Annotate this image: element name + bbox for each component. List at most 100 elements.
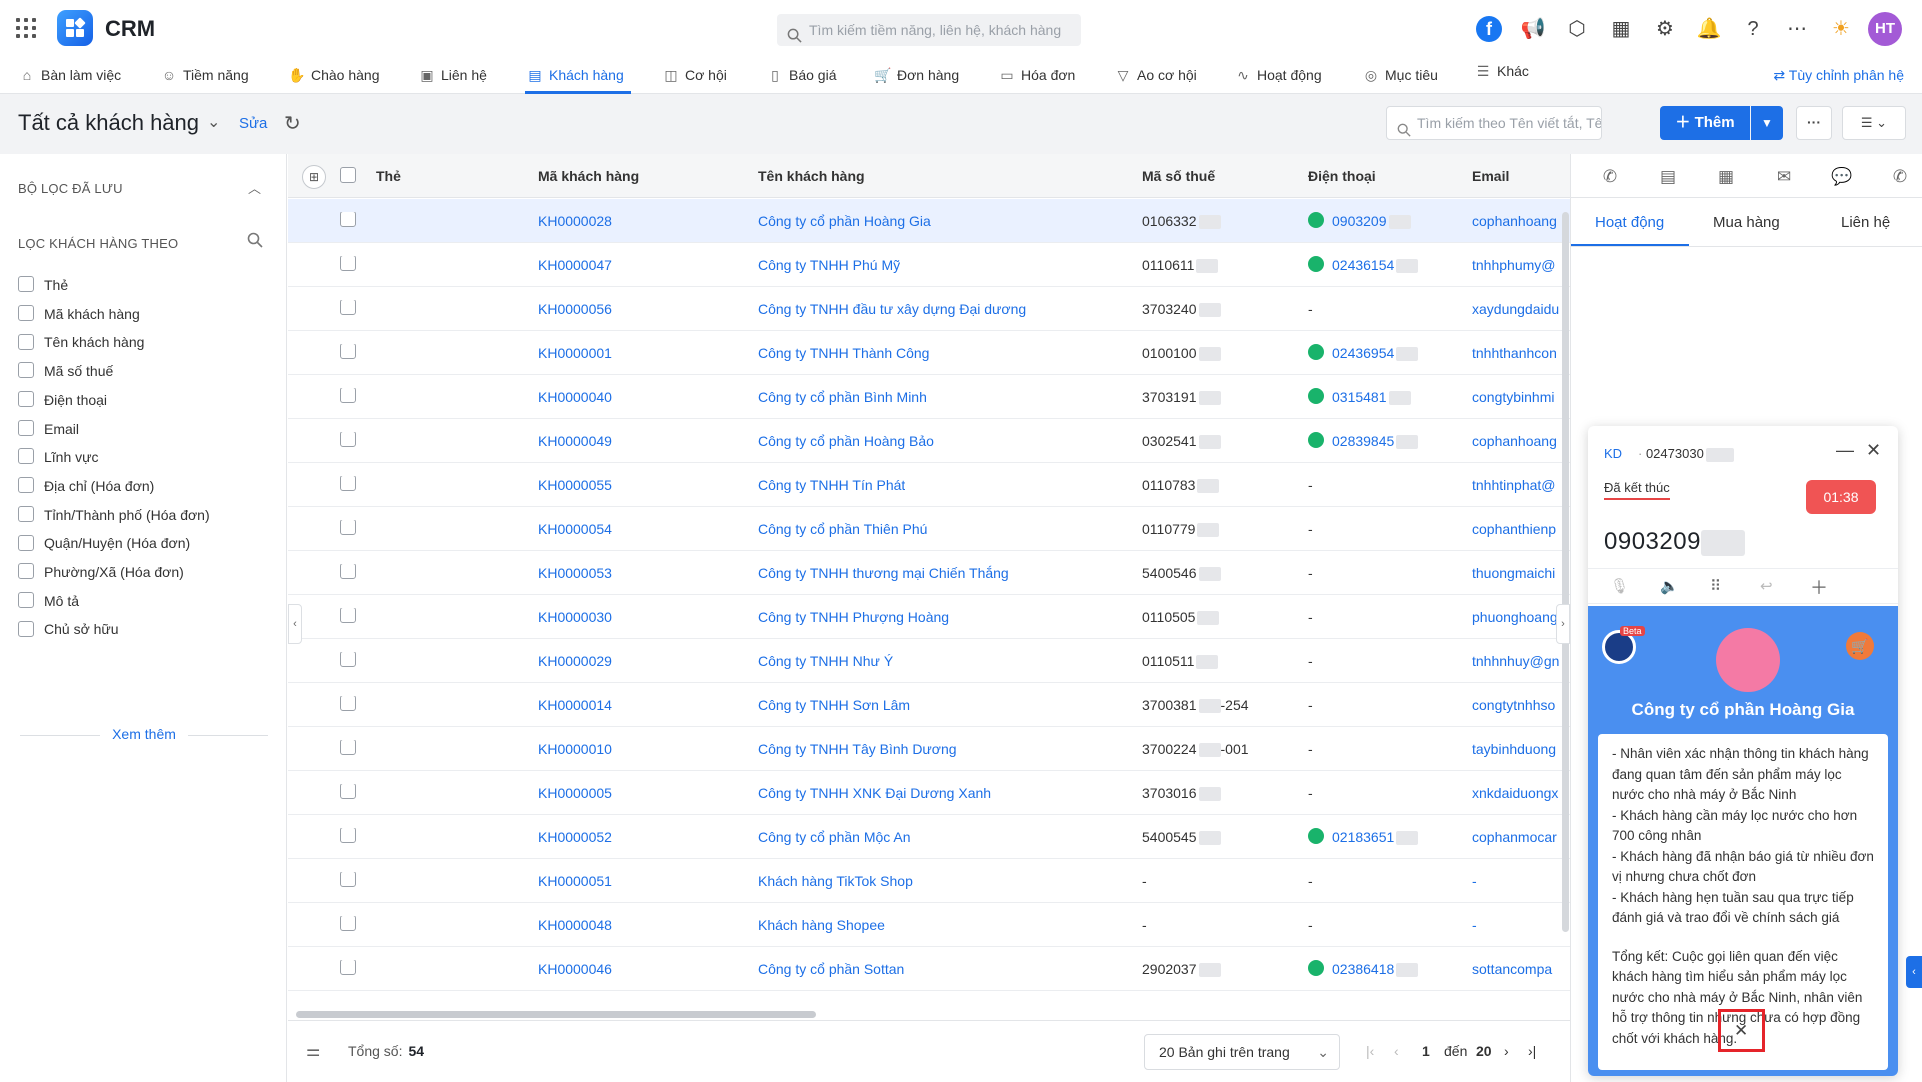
col-code[interactable]: Mã khách hàng [538,154,639,198]
row-checkbox[interactable] [340,388,366,405]
tab-activities[interactable]: Hoạt động [1595,214,1664,231]
email-cell[interactable]: congtytnhhso [1472,683,1570,727]
col-phone[interactable]: Điện thoại [1308,154,1376,198]
email-cell[interactable]: tnhhphumy@ [1472,243,1570,287]
vertical-scrollbar[interactable] [1562,212,1569,932]
row-checkbox[interactable] [340,212,366,229]
chevron-up-icon[interactable]: ︿ [248,178,261,197]
nav-item-pipeline[interactable]: ▽ Ao cơ hội [1114,60,1197,90]
email-cell[interactable]: cophanhoang [1472,419,1570,463]
nav-item-activities[interactable]: ∿ Hoạt động [1234,60,1321,90]
customer-code[interactable]: KH0000010 [538,727,612,771]
email-cell[interactable]: tnhhnhuy@gn [1472,639,1570,683]
customer-name[interactable]: Khách hàng Shopee [758,903,885,947]
saved-filters-heading[interactable]: BỘ LỌC ĐÃ LƯU [18,181,123,196]
row-checkbox[interactable] [340,916,366,933]
select-all-checkbox[interactable] [340,167,366,185]
customer-code[interactable]: KH0000056 [538,287,612,331]
search-icon[interactable] [247,232,263,251]
filter-option[interactable]: Mã khách hàng [18,303,140,325]
filter-option[interactable]: Quận/Huyện (Hóa đơn) [18,532,190,554]
transfer-icon[interactable]: ↩ [1760,577,1773,595]
table-row[interactable]: KH0000029 Công ty TNHH Như Ý 0110511 - tnhhn… [288,639,1570,683]
table-row[interactable]: KH0000028 Công ty cổ phần Hoàng Gia 010633… [288,199,1570,243]
apps-grid-icon[interactable] [16,18,36,38]
row-checkbox[interactable] [340,696,366,713]
customer-name[interactable]: Công ty TNHH Tây Bình Dương [758,727,957,771]
view-mode-button[interactable]: ☰ ⌄ [1842,106,1906,140]
customer-code[interactable]: KH0000014 [538,683,612,727]
table-row[interactable]: KH0000051 Khách hàng TikTok Shop - - - [288,859,1570,903]
customer-name[interactable]: Công ty TNHH thương mại Chiến Thắng [758,551,1009,595]
more-actions-button[interactable]: ··· [1796,106,1832,140]
customer-name[interactable]: Công ty TNHH XNK Đại Dương Xanh [758,771,991,815]
customer-code[interactable]: KH0000001 [538,331,612,375]
col-tags[interactable]: Thẻ [376,154,401,198]
row-checkbox[interactable] [340,432,366,449]
mail-icon[interactable]: ✉ [1773,166,1795,188]
customer-code[interactable]: KH0000048 [538,903,612,947]
row-checkbox[interactable] [340,300,366,317]
crm-logo-icon[interactable] [57,10,93,46]
checkbox[interactable] [18,304,34,321]
customize-modules-link[interactable]: ⇄ Tùy chỉnh phân hệ [1773,60,1904,90]
email-cell[interactable]: - [1472,859,1570,903]
close-icon[interactable]: ✕ [1866,440,1881,461]
more-icon[interactable]: ⋯ [1784,16,1810,42]
customer-code[interactable]: KH0000040 [538,375,612,419]
row-checkbox[interactable] [340,740,366,757]
customer-name[interactable]: Công ty TNHH Sơn Lâm [758,683,910,727]
filter-option[interactable]: Mô tả [18,590,79,612]
sliders-icon[interactable]: ⚌ [306,1041,320,1061]
checkbox[interactable] [18,448,34,465]
bell-icon[interactable]: 🔔 [1696,16,1722,42]
see-more-link[interactable]: Xem thêm [20,726,268,742]
row-checkbox[interactable] [340,960,366,977]
checkbox[interactable] [18,276,34,293]
table-row[interactable]: KH0000046 Công ty cổ phần Sottan 2902037 02… [288,947,1570,991]
phone-icon[interactable] [1308,432,1324,449]
chat-icon[interactable]: 💬 [1831,166,1853,188]
checkbox[interactable] [18,563,34,580]
table-row[interactable]: KH0000001 Công ty TNHH Thành Công 0100100 0… [288,331,1570,375]
nav-item-customers[interactable]: ▤ Khách hàng [526,60,623,90]
table-row[interactable]: KH0000054 Công ty cổ phần Thiên Phú 011077… [288,507,1570,551]
minimize-icon[interactable]: — [1836,440,1854,461]
edit-view-link[interactable]: Sửa [239,115,267,132]
checkbox[interactable] [18,477,34,494]
filter-option[interactable]: Địa chỉ (Hóa đơn) [18,475,154,497]
col-name[interactable]: Tên khách hàng [758,154,865,198]
customer-name[interactable]: Công ty TNHH Phượng Hoàng [758,595,949,639]
customer-name[interactable]: Công ty TNHH Như Ý [758,639,893,683]
cart-icon[interactable]: 🛒 [1846,632,1874,660]
row-checkbox[interactable] [340,564,366,581]
customer-name[interactable]: Công ty TNHH đầu tư xây dựng Đại dương [758,287,1026,331]
filter-option[interactable]: Mã số thuế [18,360,113,382]
table-row[interactable]: KH0000005 Công ty TNHH XNK Đại Dương Xanh… [288,771,1570,815]
filter-option[interactable]: Chủ sở hữu [18,618,119,640]
row-checkbox[interactable] [340,520,366,537]
row-checkbox[interactable] [340,344,366,361]
customer-name[interactable]: Công ty cổ phần Hoàng Gia [758,199,931,243]
email-cell[interactable]: thuongmaichi [1472,551,1570,595]
keypad-icon[interactable]: ⠿ [1710,577,1721,595]
checkbox[interactable] [18,505,34,522]
customer-code[interactable]: KH0000055 [538,463,612,507]
clipboard-icon[interactable]: ▤ [1657,166,1679,188]
phone-icon[interactable] [1308,256,1324,273]
customer-code[interactable]: KH0000005 [538,771,612,815]
email-cell[interactable]: xnkdaiduongx [1472,771,1570,815]
nav-item-workspace[interactable]: ⌂ Bàn làm việc [18,60,121,90]
first-page-icon[interactable]: |‹ [1366,1043,1374,1059]
add-call-icon[interactable]: ＋ [1810,574,1828,600]
box-icon[interactable]: ⬡ [1564,16,1590,42]
table-row[interactable]: KH0000010 Công ty TNHH Tây Bình Dương 3700… [288,727,1570,771]
microphone-icon[interactable]: 🎙 [1610,577,1629,595]
email-cell[interactable]: sottancompa [1472,947,1570,991]
prev-page-icon[interactable]: ‹ [1394,1043,1399,1059]
table-row[interactable]: KH0000053 Công ty TNHH thương mại Chiến T… [288,551,1570,595]
nav-item-offers[interactable]: ✋ Chào hàng [288,60,379,90]
row-checkbox[interactable] [340,256,366,273]
table-row[interactable]: KH0000048 Khách hàng Shopee - - - [288,903,1570,947]
customer-code[interactable]: KH0000046 [538,947,612,991]
